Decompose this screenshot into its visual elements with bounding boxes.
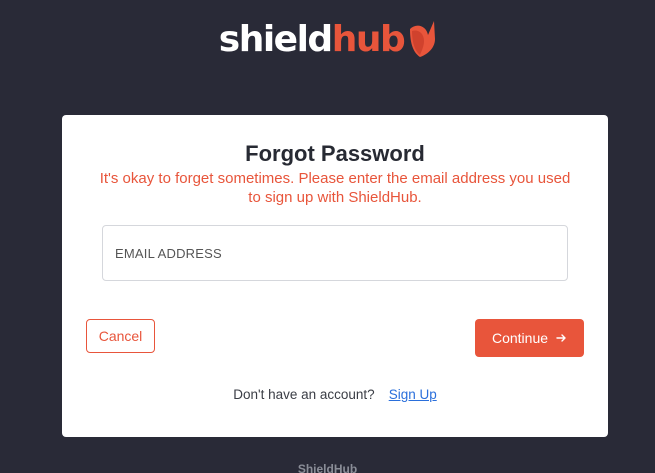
page: shieldhub Forgot Password It's okay to f… (0, 0, 655, 473)
logo-text-hub: hub (331, 19, 406, 60)
continue-button-label: Continue (491, 330, 549, 346)
signup-prompt-row: Don't have an account? Sign Up (62, 387, 608, 402)
cancel-button[interactable]: Cancel (86, 319, 155, 353)
logo-text-shield: shield (218, 19, 333, 60)
instructions-text: It's okay to forget sometimes. Please en… (99, 170, 571, 206)
logo-wordmark: shieldhub (218, 18, 406, 62)
forgot-password-card: Forgot Password It's okay to forget some… (62, 115, 608, 437)
sign-up-link[interactable]: Sign Up (389, 387, 437, 402)
shield-heart-icon (406, 19, 436, 62)
signup-prompt-text: Don't have an account? (233, 387, 375, 402)
email-field[interactable] (102, 225, 568, 281)
arrow-right-icon (556, 333, 567, 343)
footer-brand-text: ShieldHub (297, 462, 358, 473)
brand-logo: shieldhub (0, 18, 655, 62)
page-title: Forgot Password (245, 141, 425, 166)
continue-button[interactable]: Continue (475, 319, 584, 357)
